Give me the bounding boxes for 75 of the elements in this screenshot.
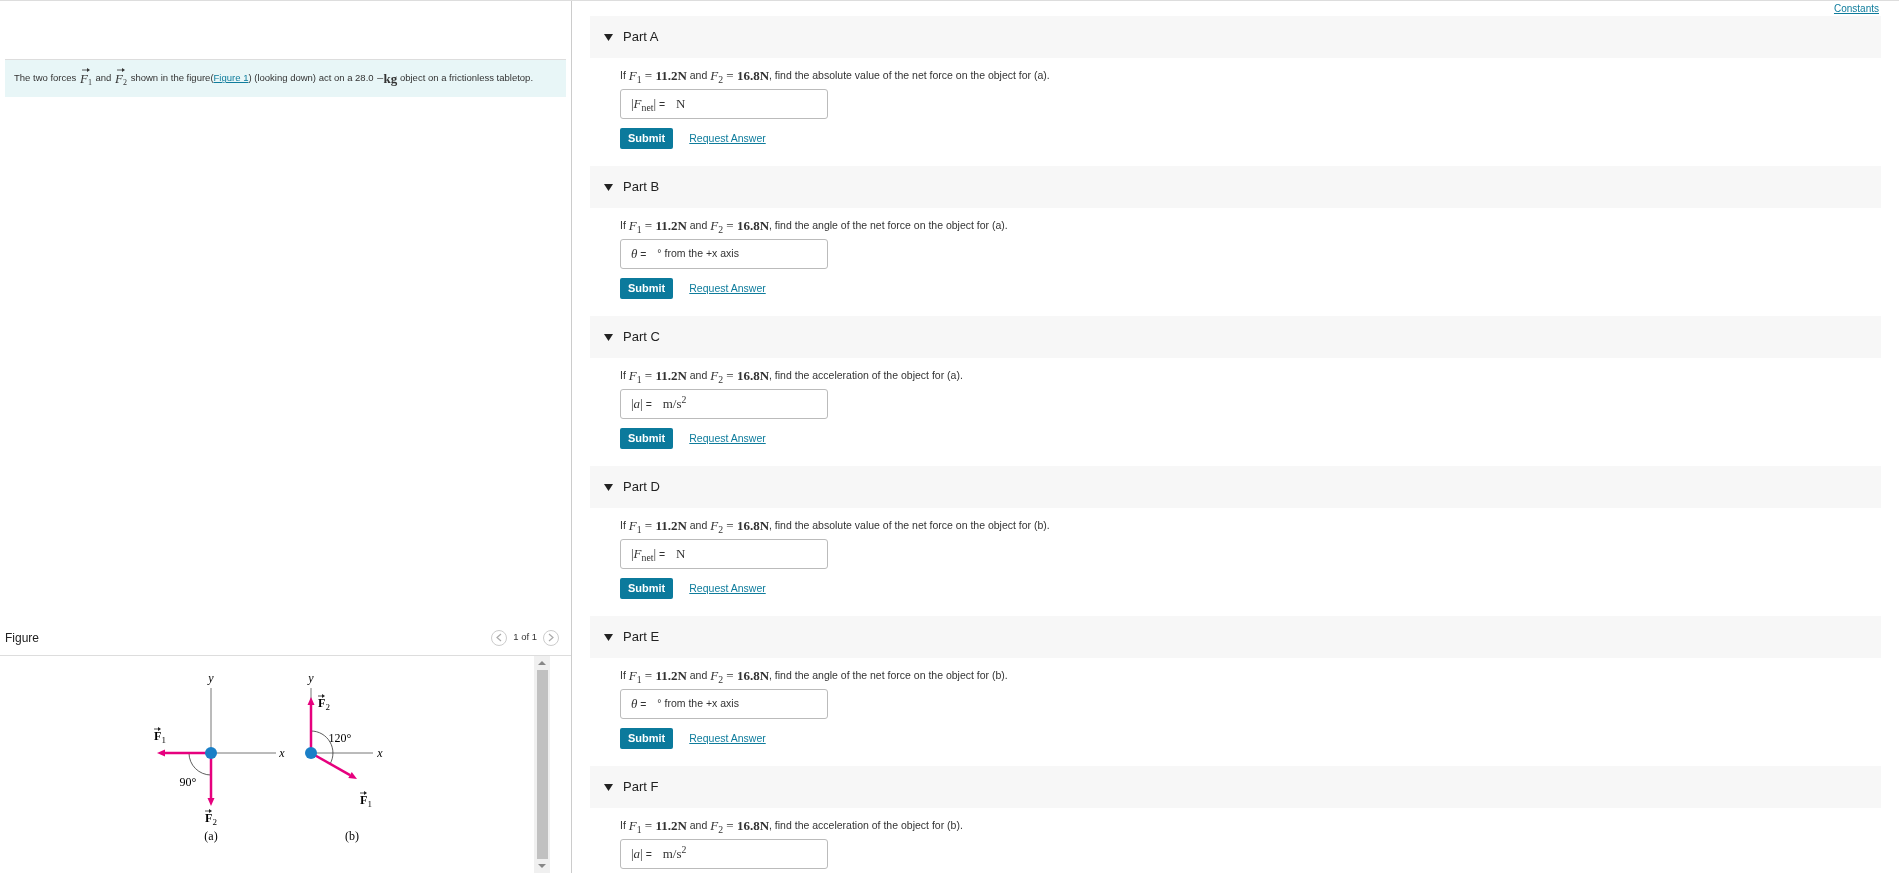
answer-label: |a| = (631, 845, 653, 864)
answer-unit: ° from the +x axis (657, 246, 739, 262)
part-title: Part A (623, 28, 659, 47)
part-header[interactable]: Part C (590, 316, 1881, 358)
object-dot (305, 747, 317, 759)
part-title: Part F (623, 778, 659, 797)
angle-label: 120° (328, 731, 352, 745)
vector-arrow-icon (204, 809, 212, 813)
submit-button[interactable]: Submit (620, 428, 674, 449)
answer-unit: m/s$^{2}$ (662, 844, 687, 864)
problem-statement: The two forces F$_{1}$ and F$_{2}$ shown in the figure(Figure 1) (looking down) act on a 28.0 −kg object on a frictionless tabletop. (5, 59, 566, 97)
part-header[interactable]: Part D (590, 466, 1881, 508)
angle-arc (188, 752, 212, 776)
answer-field[interactable]: |F$_{net}$| = N (620, 89, 828, 119)
vector-arrow-icon (153, 727, 161, 731)
answer-label: |F$_{net}$| = (631, 545, 667, 564)
force-label: F$_{1}$ (154, 729, 166, 745)
answer-label: |F$_{net}$| = (631, 95, 667, 114)
answer-unit: N (676, 545, 686, 564)
chevron-left-icon (496, 633, 503, 642)
part-title: Part D (623, 478, 660, 497)
part-title: Part E (623, 628, 660, 647)
submit-button[interactable]: Submit (620, 278, 674, 299)
part-header[interactable]: Part B (590, 166, 1881, 208)
chevron-right-icon (548, 633, 554, 642)
angle-label: 90° (179, 775, 197, 789)
figure-title: Figure (5, 629, 39, 647)
submit-button[interactable]: Submit (620, 128, 674, 149)
vector-arrow-icon (317, 694, 325, 698)
answer-field[interactable]: |F$_{net}$| = N (620, 539, 828, 569)
question-text: If F$_{1}$ = 11.2N and F$_{2}$ = 16.8N, find the absolute value of the net force on the object for (b). (620, 518, 1051, 534)
answer-field[interactable]: |a| = m/s$^{2}$ (620, 389, 828, 419)
question-text: If F$_{1}$ = 11.2N and F$_{2}$ = 16.8N, find the absolute value of the net force on the object for (a). (620, 68, 1051, 84)
axis-label: x (377, 746, 383, 760)
request-answer-link[interactable]: Request Answer (689, 130, 766, 147)
question-text: If F$_{1}$ = 11.2N and F$_{2}$ = 16.8N, find the angle of the net force on the object for (b). (620, 668, 1009, 684)
answer-field[interactable]: θ = ° from the +x axis (620, 239, 828, 269)
answer-label: |a| = (631, 395, 653, 414)
constants-link[interactable]: Constants (1833, 1, 1879, 16)
answer-field[interactable]: θ = ° from the +x axis (620, 689, 828, 719)
question-text: If F$_{1}$ = 11.2N and F$_{2}$ = 16.8N, find the angle of the net force on the object for (a). (620, 218, 1009, 234)
answer-unit: ° from the +x axis (657, 696, 739, 712)
force-label: F$_{2}$ (318, 696, 330, 712)
scrollbar[interactable] (534, 656, 550, 873)
part-header[interactable]: Part E (590, 616, 1881, 658)
submit-button[interactable]: Submit (620, 578, 674, 599)
axis-label: x (279, 746, 285, 760)
axis-label: y (208, 671, 214, 685)
request-answer-link[interactable]: Request Answer (689, 580, 766, 597)
part-title: Part B (623, 178, 660, 197)
vector-arrow-icon (117, 67, 126, 72)
vector-arrow-icon (359, 791, 367, 795)
scrollbar-thumb[interactable] (536, 670, 548, 859)
answer-label: θ = (631, 245, 648, 264)
answer-unit: N (676, 95, 686, 114)
answer-field[interactable]: |a| = m/s$^{2}$ (620, 839, 828, 869)
diagram-caption: (b) (345, 829, 359, 843)
request-answer-link[interactable]: Request Answer (689, 730, 766, 747)
diagram-caption: (a) (204, 829, 218, 843)
submit-button[interactable]: Submit (620, 728, 674, 749)
axis-label: y (308, 671, 314, 685)
vector-arrow-icon (81, 67, 90, 72)
part-title: Part C (623, 328, 660, 347)
answer-unit: m/s$^{2}$ (662, 394, 687, 414)
question-text: If F$_{1}$ = 11.2N and F$_{2}$ = 16.8N, find the acceleration of the object for (a). (620, 368, 964, 384)
force-label: F$_{2}$ (205, 811, 217, 827)
part-header[interactable]: Part F (590, 766, 1881, 808)
object-dot (205, 747, 217, 759)
force-label: F$_{1}$ (360, 793, 372, 809)
part-header[interactable]: Part A (590, 16, 1881, 58)
question-text: If F$_{1}$ = 11.2N and F$_{2}$ = 16.8N, find the acceleration of the object for (b). (620, 818, 964, 834)
figure-pager: 1 of 1 (513, 630, 537, 645)
request-answer-link[interactable]: Request Answer (689, 280, 766, 297)
answer-label: θ = (631, 695, 648, 714)
request-answer-link[interactable]: Request Answer (689, 430, 766, 447)
